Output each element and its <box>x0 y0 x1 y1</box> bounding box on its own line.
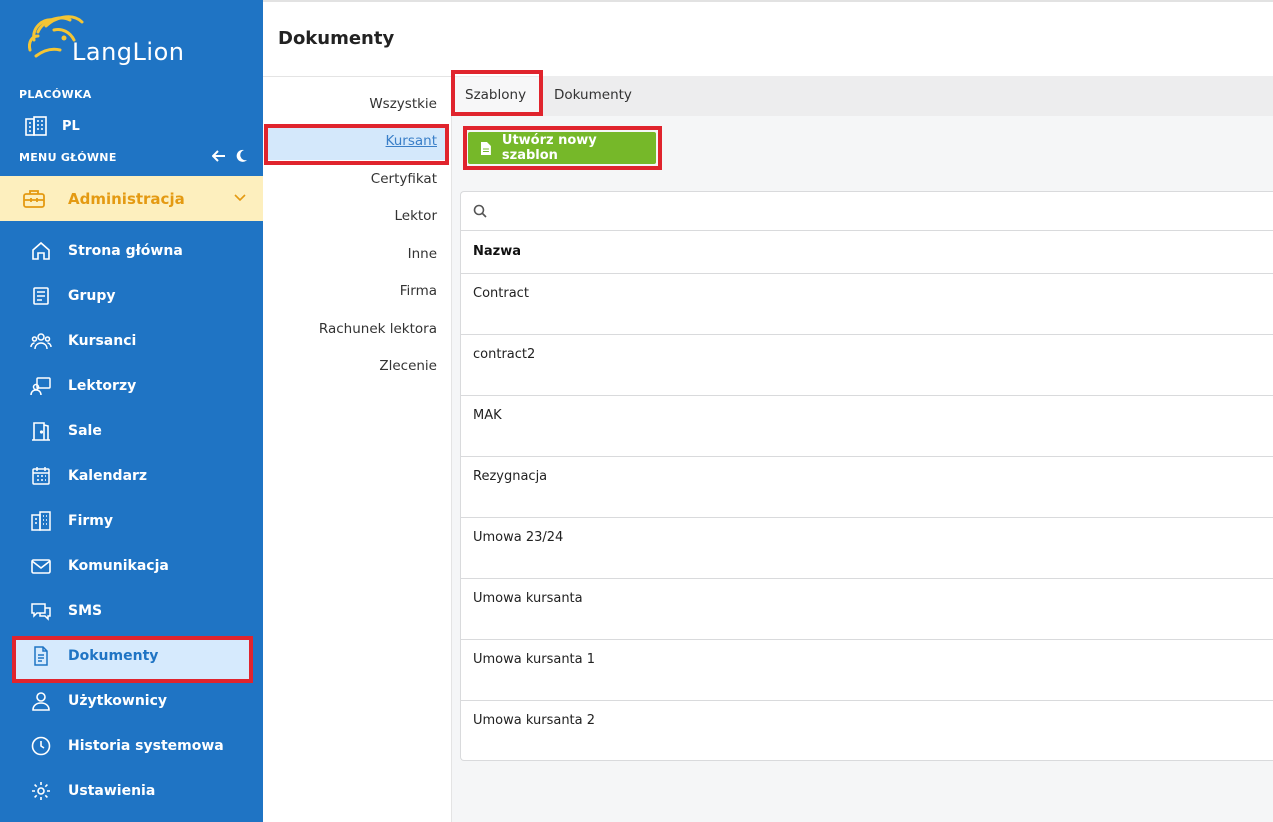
row-name: contract2 <box>473 347 536 362</box>
menu-tools <box>212 149 248 163</box>
chat-icon <box>31 603 51 621</box>
sidebar: LangLion PLACÓWKA PL MENU GŁÓWNE Adminis… <box>0 0 263 822</box>
category-list: Wszystkie Kursant Certyfikat Lektor Inne… <box>263 77 451 822</box>
placowka-value: PL <box>62 118 80 134</box>
sidebar-item-label: Firmy <box>68 513 113 529</box>
clock-icon <box>31 736 51 756</box>
category-zlecenie[interactable]: Zlecenie <box>379 358 437 374</box>
sidebar-item-uzytkownicy[interactable]: Użytkownicy <box>30 688 250 714</box>
building-icon <box>31 511 51 531</box>
calendar-icon <box>32 467 50 485</box>
create-template-label: Utwórz nowy szablon <box>501 133 597 163</box>
table-row[interactable]: Umowa kursanta 1 <box>461 640 1273 701</box>
table-row[interactable]: Umowa kursanta <box>461 579 1273 640</box>
door-icon <box>32 422 50 441</box>
row-name: Umowa 23/24 <box>473 530 564 545</box>
sidebar-item-sale[interactable]: Sale <box>30 418 250 444</box>
sidebar-item-dokumenty[interactable]: Dokumenty <box>30 643 250 669</box>
sidebar-item-label: Strona główna <box>68 243 183 259</box>
sidebar-item-lektorzy[interactable]: Lektorzy <box>30 373 250 399</box>
sidebar-item-historia-systemowa[interactable]: Historia systemowa <box>30 733 250 759</box>
sidebar-item-label: Ustawienia <box>68 783 156 799</box>
table-row[interactable]: Umowa kursanta 2 <box>461 701 1273 762</box>
users-icon <box>30 333 52 350</box>
row-name: Umowa kursanta 1 <box>473 652 596 667</box>
document-icon <box>34 646 48 666</box>
sidebar-item-sms[interactable]: SMS <box>30 598 250 624</box>
category-kursant[interactable]: Kursant <box>386 133 437 149</box>
building-icon <box>25 116 47 136</box>
admin-section-label: Administracja <box>68 189 185 208</box>
chevron-down-icon <box>234 194 246 202</box>
sidebar-item-label: Sale <box>68 423 102 439</box>
sidebar-item-label: Dokumenty <box>68 648 159 664</box>
table-search <box>461 192 1273 231</box>
arrow-left-icon[interactable] <box>212 149 226 163</box>
book-icon <box>33 287 49 305</box>
tab-dokumenty[interactable]: Dokumenty <box>554 87 632 103</box>
sidebar-item-grupy[interactable]: Grupy <box>30 283 250 309</box>
row-name: Umowa kursanta <box>473 591 583 606</box>
search-input[interactable] <box>495 200 1255 222</box>
table-row[interactable]: Rezygnacja <box>461 457 1273 518</box>
file-icon <box>480 141 491 155</box>
teacher-icon <box>30 377 51 396</box>
column-nazwa: Nazwa <box>473 244 522 259</box>
sidebar-item-label: SMS <box>68 603 103 619</box>
home-icon <box>32 241 50 260</box>
sidebar-item-label: Lektorzy <box>68 378 137 394</box>
row-name: Contract <box>473 286 529 301</box>
category-wszystkie[interactable]: Wszystkie <box>369 96 437 112</box>
sidebar-item-komunikacja[interactable]: Komunikacja <box>30 553 250 579</box>
sidebar-item-kursanci[interactable]: Kursanci <box>30 328 250 354</box>
table-header[interactable]: Nazwa <box>461 231 1273 274</box>
user-icon <box>32 692 50 711</box>
sidebar-item-label: Kalendarz <box>68 468 148 484</box>
table-row[interactable]: Contract <box>461 274 1273 335</box>
templates-table: Nazwa Contract contract2 MAK Rezygnacja … <box>460 191 1273 761</box>
sidebar-item-label: Grupy <box>68 288 116 304</box>
toolbox-icon <box>23 189 45 208</box>
gear-icon <box>32 782 50 800</box>
category-inne[interactable]: Inne <box>408 246 437 262</box>
sidebar-item-label: Komunikacja <box>68 558 169 574</box>
row-name: Rezygnacja <box>473 469 548 484</box>
sidebar-item-label: Historia systemowa <box>68 738 224 754</box>
admin-section-toggle[interactable]: Administracja <box>0 176 263 221</box>
placowka-selector[interactable]: PL <box>24 116 80 136</box>
top-divider <box>263 0 1273 2</box>
category-lektor[interactable]: Lektor <box>394 208 437 224</box>
create-template-button[interactable]: Utwórz nowy szablon <box>468 132 656 164</box>
category-rachunek-lektora[interactable]: Rachunek lektora <box>319 321 437 337</box>
table-row[interactable]: Umowa 23/24 <box>461 518 1273 579</box>
page-title: Dokumenty <box>278 28 395 49</box>
row-name: Umowa kursanta 2 <box>473 713 596 728</box>
search-icon <box>473 204 487 218</box>
sidebar-item-firmy[interactable]: Firmy <box>30 508 250 534</box>
menu-label: MENU GŁÓWNE <box>19 151 117 164</box>
tab-szablony[interactable]: Szablony <box>465 87 526 103</box>
sidebar-item-strona-glowna[interactable]: Strona główna <box>30 238 250 264</box>
sidebar-item-label: Kursanci <box>68 333 137 349</box>
table-row[interactable]: MAK <box>461 396 1273 457</box>
brand-name: LangLion <box>72 38 185 66</box>
mail-icon <box>31 559 51 574</box>
sidebar-item-ustawienia[interactable]: Ustawienia <box>30 778 250 804</box>
placowka-label: PLACÓWKA <box>19 88 92 101</box>
sidebar-item-label: Użytkownicy <box>68 693 168 709</box>
category-firma[interactable]: Firma <box>400 283 437 299</box>
langlion-logo[interactable]: LangLion <box>24 10 204 72</box>
table-row[interactable]: contract2 <box>461 335 1273 396</box>
moon-icon[interactable] <box>234 149 248 163</box>
sidebar-item-kalendarz[interactable]: Kalendarz <box>30 463 250 489</box>
row-name: MAK <box>473 408 502 423</box>
category-certyfikat[interactable]: Certyfikat <box>371 171 437 187</box>
